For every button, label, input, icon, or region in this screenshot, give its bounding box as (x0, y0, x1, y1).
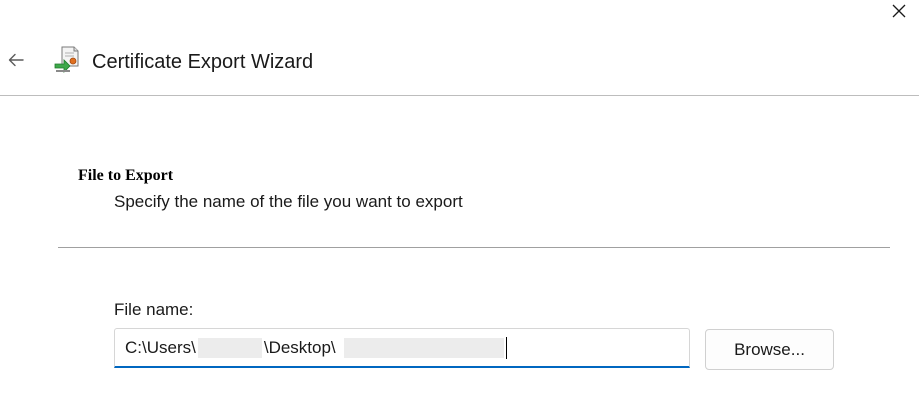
wizard-header: Certificate Export Wizard (0, 40, 919, 84)
back-arrow-icon (8, 53, 24, 67)
file-path-middle: \Desktop\ (263, 337, 336, 357)
browse-button[interactable]: Browse... (705, 329, 834, 370)
section-description: Specify the name of the file you want to… (114, 192, 463, 211)
certificate-wizard-icon (54, 46, 79, 73)
close-icon (892, 4, 906, 18)
section-divider (58, 247, 890, 248)
wizard-title: Certificate Export Wizard (92, 51, 314, 73)
redacted-username (197, 337, 262, 358)
section-heading: File to Export (78, 167, 174, 184)
certificate-export-wizard-window: Certificate Export Wizard File to Export… (0, 0, 919, 416)
back-button[interactable] (4, 48, 28, 72)
file-name-label: File name: (114, 300, 194, 319)
redacted-filename (343, 337, 504, 358)
close-button[interactable] (879, 0, 919, 22)
header-divider (0, 95, 919, 96)
file-path-prefix: C:\Users\ (125, 337, 196, 357)
text-caret (505, 336, 507, 359)
file-name-input[interactable]: C:\Users\ \Desktop\ (114, 328, 690, 368)
